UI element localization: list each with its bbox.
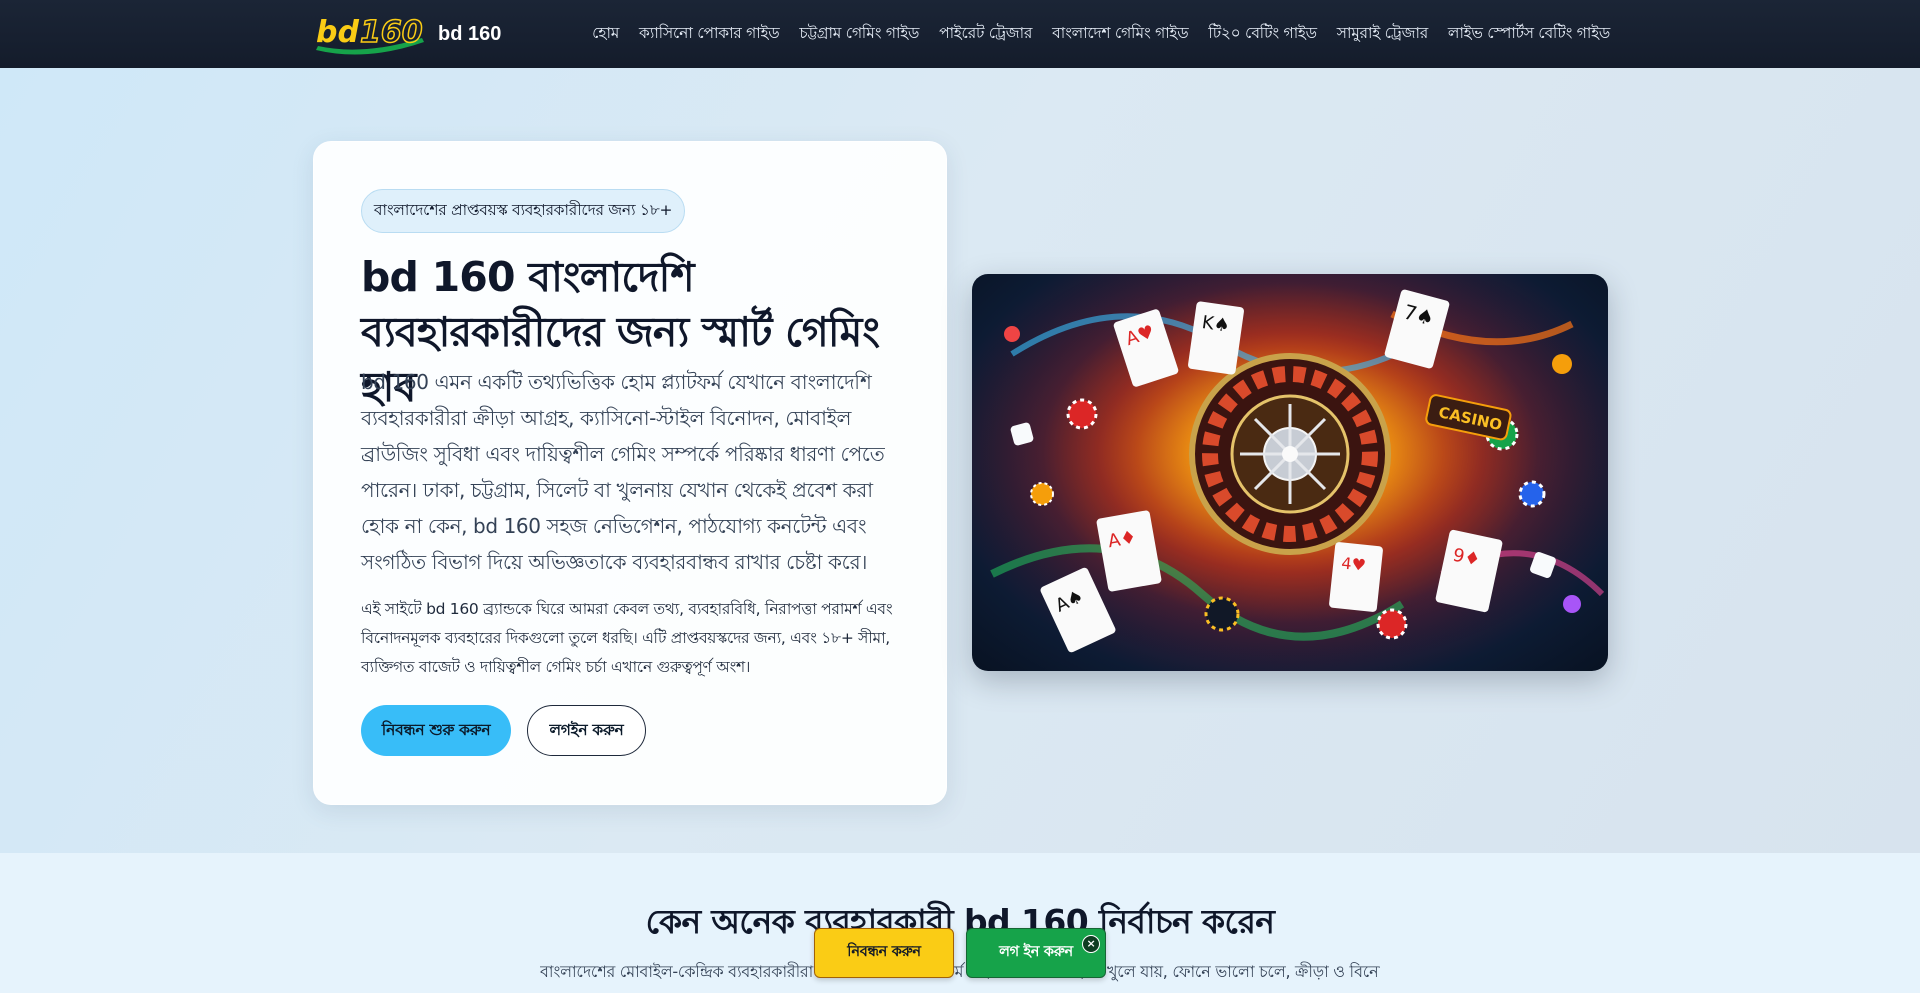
brand-logo: bd 160 — [314, 12, 428, 56]
sticky-register-button[interactable]: নিবন্ধন করুন — [814, 928, 954, 978]
start-registration-button[interactable]: নিবন্ধন শুরু করুন — [361, 705, 511, 756]
sticky-login-button[interactable]: লগ ইন করুন × — [966, 928, 1106, 978]
nav-link-live-sports-betting-guide[interactable]: লাইভ স্পোর্টস বেটিং গাইড — [1448, 21, 1610, 47]
nav-link-casino-poker-guide[interactable]: ক্যাসিনো পোকার গাইড — [639, 21, 780, 47]
hero-lead-text: bd 160 এমন একটি তথ্যভিত্তিক হোম প্ল্যাটফ… — [361, 370, 885, 574]
nav-link-bangladesh-gaming-guide[interactable]: বাংলাদেশ গেমিং গাইড — [1052, 21, 1189, 47]
sticky-login-label: লগ ইন করুন — [999, 944, 1073, 960]
casino-hero-image: A♥ K♠ 7♠ A♦ A♠ 9♦ 4♥ CASINO — [972, 274, 1608, 671]
nav-link-t20-betting-guide[interactable]: টি২০ বেটিং গাইড — [1208, 21, 1317, 47]
svg-text:K♠: K♠ — [1201, 312, 1232, 337]
svg-text:4♥: 4♥ — [1340, 553, 1366, 574]
hero-section: বাংলাদেশের প্রাপ্তবয়স্ক ব্যবহারকারীদের … — [0, 68, 1920, 853]
hero-note-text: এই সাইটে bd 160 ব্র্যান্ডকে ঘিরে আমরা কে… — [361, 600, 893, 676]
brand-link[interactable]: bd 160 bd 160 — [314, 12, 501, 56]
hero-card: বাংলাদেশের প্রাপ্তবয়স্ক ব্যবহারকারীদের … — [313, 141, 947, 805]
nav-link-home[interactable]: হোম — [592, 21, 619, 47]
nav-link-pirate-treasure[interactable]: পাইরেট ট্রেজার — [939, 21, 1032, 47]
svg-text:bd: bd — [316, 15, 359, 50]
brand-name: bd 160 — [438, 22, 502, 45]
login-button[interactable]: লগইন করুন — [527, 705, 646, 756]
nav-link-samurai-treasure[interactable]: সামুরাই ট্রেজার — [1337, 21, 1428, 47]
close-icon[interactable]: × — [1082, 935, 1100, 953]
nav-link-chattogram-gaming-guide[interactable]: চট্টগ্রাম গেমিং গাইড — [799, 21, 919, 47]
age-badge: বাংলাদেশের প্রাপ্তবয়স্ক ব্যবহারকারীদের … — [361, 189, 685, 233]
top-navigation: bd 160 bd 160 হোম ক্যাসিনো পোকার গাইড চট… — [0, 0, 1920, 68]
sticky-cta-bar: নিবন্ধন করুন লগ ইন করুন × — [814, 928, 1106, 978]
main-menu: হোম ক্যাসিনো পোকার গাইড চট্টগ্রাম গেমিং … — [592, 0, 1610, 68]
svg-text:160: 160 — [360, 15, 423, 50]
